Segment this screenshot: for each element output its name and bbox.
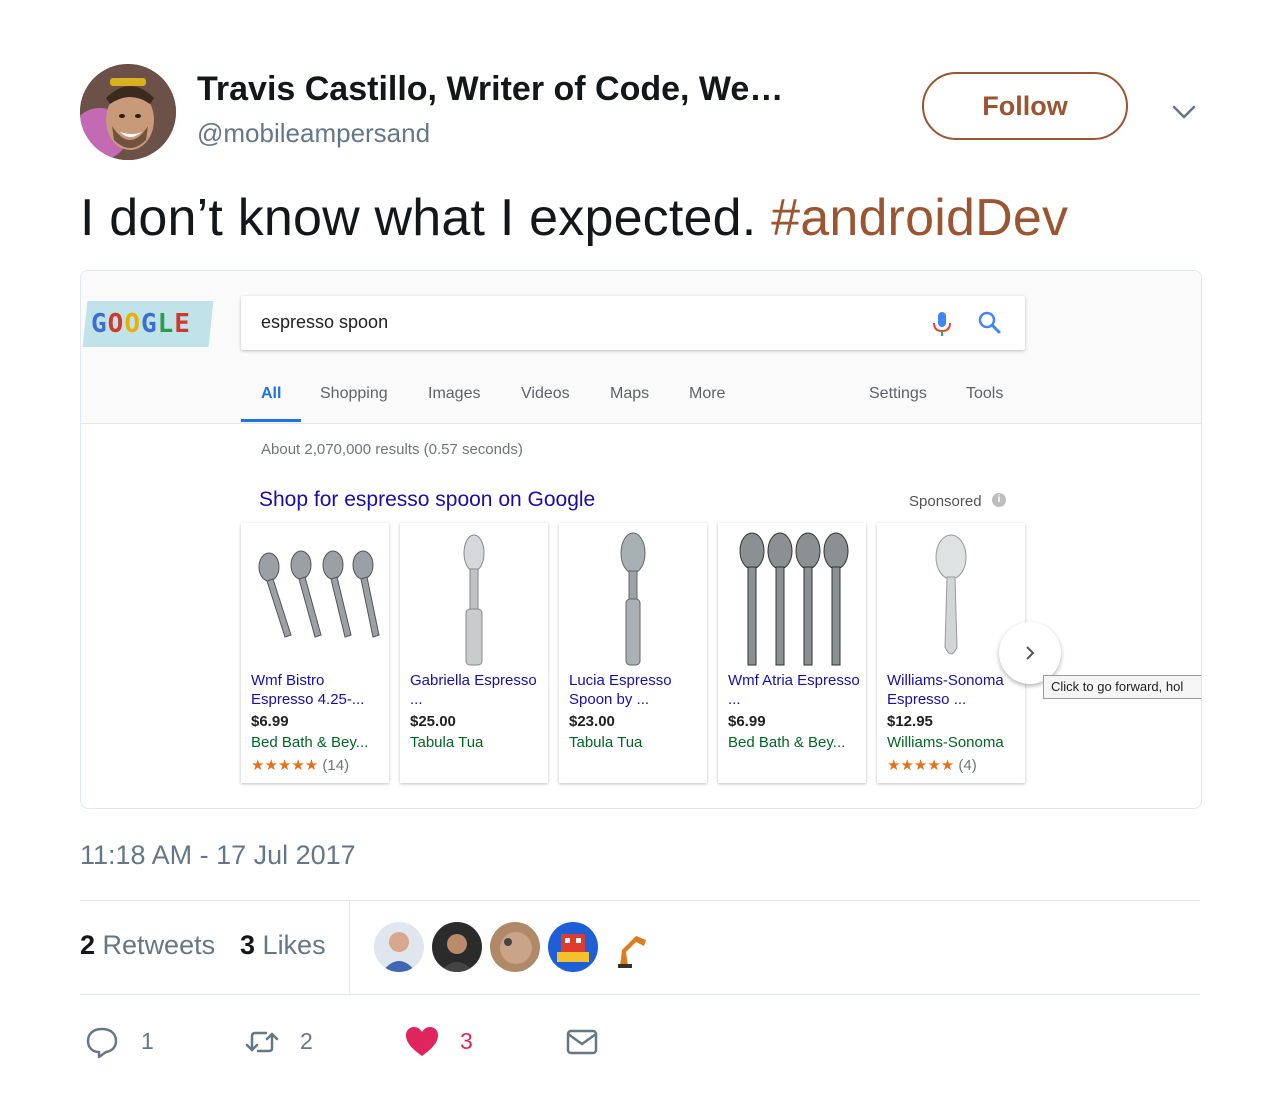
retweets-count: 2: [80, 930, 96, 960]
rating-stars: ★★★★★: [251, 757, 319, 774]
liker-avatar[interactable]: [606, 922, 656, 972]
tab-maps[interactable]: Maps: [610, 385, 649, 403]
likes-stat[interactable]: 3 Likes: [240, 930, 326, 961]
chevron-down-icon[interactable]: [1170, 98, 1198, 126]
retweets-label: Retweets: [102, 930, 216, 960]
info-icon[interactable]: i: [992, 493, 1006, 507]
rating-stars: ★★★★★: [887, 757, 955, 774]
product-title[interactable]: Wmf Atria Espresso ...: [728, 671, 862, 709]
tab-all[interactable]: All: [261, 385, 281, 403]
reply-icon[interactable]: [84, 1024, 120, 1060]
search-input[interactable]: espresso spoon: [261, 312, 388, 333]
likes-label: Likes: [262, 930, 326, 960]
liker-avatar[interactable]: [490, 922, 540, 972]
shopping-heading[interactable]: Shop for espresso spoon on Google: [259, 488, 595, 512]
product-price: $12.95: [887, 713, 933, 730]
divider: [80, 900, 1200, 901]
tweet-timestamp[interactable]: 11:18 AM - 17 Jul 2017: [80, 840, 356, 871]
product-store: Williams-Sonoma: [887, 734, 1004, 751]
divider: [80, 994, 1200, 995]
retweet-icon[interactable]: [244, 1024, 280, 1060]
review-count: (4): [958, 757, 977, 774]
like-count: 3: [460, 1028, 473, 1054]
tab-shopping[interactable]: Shopping: [320, 385, 388, 403]
product-price: $6.99: [251, 713, 289, 730]
product-store: Bed Bath & Bey...: [251, 734, 369, 751]
product-price: $6.99: [728, 713, 766, 730]
product-title[interactable]: Williams-Sonoma Espresso ...: [887, 671, 1021, 709]
spoon-product-image: [885, 529, 1017, 669]
tooltip: Click to go forward, hol: [1043, 675, 1201, 699]
tweet-body: I don’t know what I expected.: [80, 189, 772, 247]
reply-count: 1: [141, 1028, 154, 1054]
liker-avatar[interactable]: [432, 922, 482, 972]
liker-avatar[interactable]: [548, 922, 598, 972]
search-box[interactable]: espresso spoon: [241, 296, 1025, 350]
active-tab-indicator: [241, 419, 301, 422]
product-rating: ★★★★★ (4): [887, 756, 977, 774]
product-card[interactable]: Wmf Bistro Espresso 4.25-... $6.99 Bed B…: [241, 523, 389, 783]
spoon-product-image: [726, 529, 858, 669]
attached-image[interactable]: GOOGLE espresso spoon All Shopping Image…: [80, 270, 1202, 809]
follow-button[interactable]: Follow: [922, 72, 1128, 140]
spoon-product-image: [408, 529, 540, 669]
divider: [349, 900, 350, 994]
product-title[interactable]: Gabriella Espresso ...: [410, 671, 544, 709]
author-handle[interactable]: @mobileampersand: [197, 118, 430, 149]
product-title[interactable]: Wmf Bistro Espresso 4.25-...: [251, 671, 385, 709]
retweet-count: 2: [300, 1028, 313, 1054]
author-avatar[interactable]: [80, 64, 176, 160]
sponsored-label: Sponsored: [909, 493, 982, 510]
product-card[interactable]: Wmf Atria Espresso ... $6.99 Bed Bath & …: [718, 523, 866, 783]
tab-videos[interactable]: Videos: [521, 385, 570, 403]
product-card[interactable]: Lucia Espresso Spoon by ... $23.00 Tabul…: [559, 523, 707, 783]
tweet-text: I don’t know what I expected. #androidDe…: [80, 188, 1068, 248]
google-doodle-logo: GOOGLE: [91, 309, 191, 339]
spoon-product-image: [249, 529, 381, 669]
product-title[interactable]: Lucia Espresso Spoon by ...: [569, 671, 703, 709]
heart-icon[interactable]: [404, 1024, 440, 1060]
liker-avatar[interactable]: [374, 922, 424, 972]
likes-count: 3: [240, 930, 256, 960]
product-price: $25.00: [410, 713, 456, 730]
microphone-icon[interactable]: [931, 310, 953, 338]
message-icon[interactable]: [564, 1024, 600, 1060]
hashtag-link[interactable]: #androidDev: [771, 189, 1068, 247]
tab-settings[interactable]: Settings: [869, 385, 927, 403]
product-rating: ★★★★★ (14): [251, 756, 349, 774]
tab-images[interactable]: Images: [428, 385, 480, 403]
product-store: Tabula Tua: [410, 734, 484, 751]
chevron-right-icon: [1026, 646, 1035, 660]
spoon-product-image: [567, 529, 699, 669]
product-price: $23.00: [569, 713, 615, 730]
tab-more[interactable]: More: [689, 385, 725, 403]
product-card[interactable]: Gabriella Espresso ... $25.00 Tabula Tua: [400, 523, 548, 783]
product-store: Bed Bath & Bey...: [728, 734, 846, 751]
retweets-stat[interactable]: 2 Retweets: [80, 930, 215, 961]
review-count: (14): [322, 757, 350, 774]
results-count: About 2,070,000 results (0.57 seconds): [261, 441, 523, 458]
search-icon[interactable]: [977, 310, 1003, 336]
author-name[interactable]: Travis Castillo, Writer of Code, We…: [197, 70, 783, 109]
product-store: Tabula Tua: [569, 734, 643, 751]
tab-tools[interactable]: Tools: [966, 385, 1003, 403]
